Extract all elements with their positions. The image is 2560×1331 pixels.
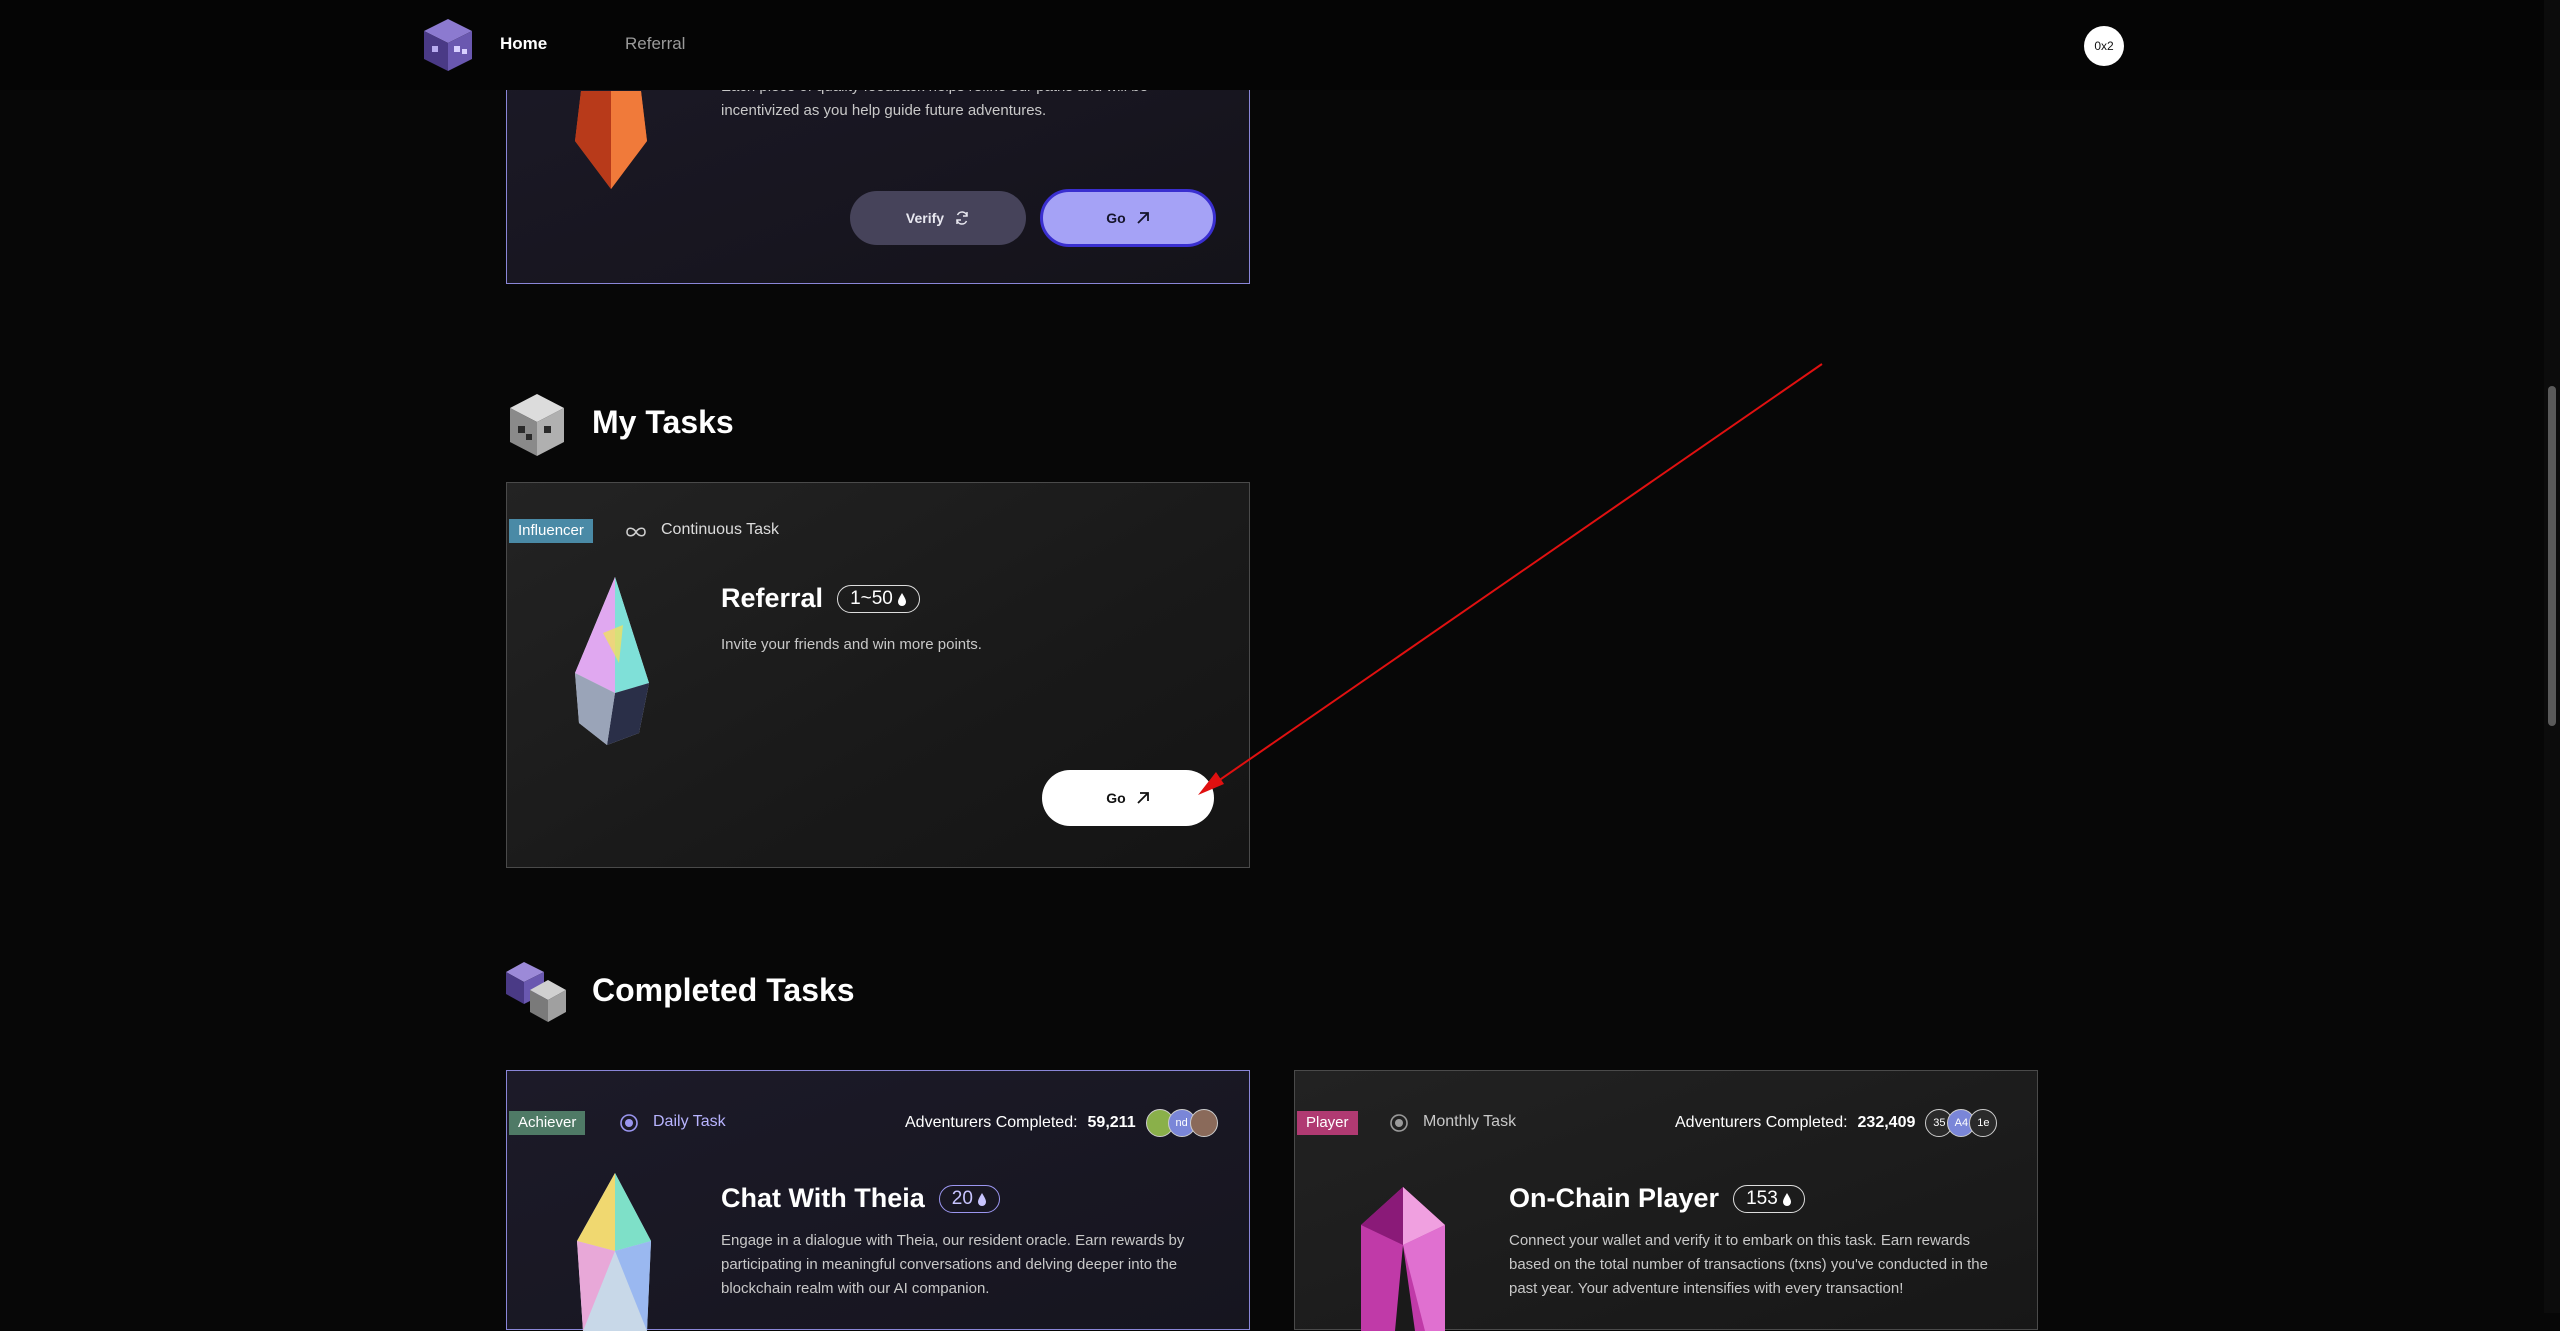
orange-crystal-icon [575, 91, 647, 189]
continuous-task-label: Continuous Task [661, 521, 779, 538]
completed-tasks-title: Completed Tasks [592, 972, 855, 1008]
task-card-on-chain-player: Player Monthly Task Adventurers Complete… [1294, 1070, 2038, 1331]
adventurers-label: Adventurers Completed: [905, 1114, 1078, 1131]
arrow-up-right-icon [1137, 792, 1149, 804]
avatar: 1e [1969, 1109, 1998, 1137]
task-desc-line: past year. Your adventure intensifies wi… [1509, 1280, 1904, 1297]
prism-crystal-icon [577, 1173, 651, 1331]
task-desc-line: based on the total number of transaction… [1509, 1256, 1988, 1273]
arrow-up-right-icon [1137, 212, 1149, 224]
adventurers-count: 232,409 [1857, 1114, 1916, 1131]
monthly-task-label: Monthly Task [1423, 1113, 1517, 1130]
magenta-crystal-icon [1361, 1187, 1445, 1331]
task-title: Chat With Theia [721, 1183, 925, 1213]
scrollbar-thumb[interactable] [2548, 386, 2556, 726]
points-badge: 1~50 [837, 584, 920, 613]
go-button-feedback[interactable]: Go [1040, 189, 1216, 247]
adventurers-count: 59,211 [1087, 1114, 1136, 1131]
avatar-stack: 35 A4 1e [1925, 1109, 1998, 1137]
points-value: 153 [1746, 1187, 1778, 1209]
completed-tasks-cube-icon [506, 962, 566, 1022]
task-desc-line: Connect your wallet and verify it to emb… [1509, 1232, 1971, 1249]
adventurers-completed: Adventurers Completed: 59,211 nd [905, 1109, 1218, 1137]
infinity-icon [626, 527, 646, 537]
daily-task-radio-icon [620, 1114, 638, 1132]
task-desc: Invite your friends and win more points. [721, 636, 982, 653]
task-title-row: Referral 1~50 [721, 583, 920, 614]
refresh-icon [956, 211, 968, 225]
points-badge: 153 [1733, 1184, 1805, 1213]
influencer-tag: Influencer [509, 519, 593, 543]
task-desc-line: incentivized as you help guide future ad… [721, 102, 1047, 119]
task-desc-line: participating in meaningful conversation… [721, 1256, 1178, 1273]
task-title: Referral [721, 583, 824, 613]
verify-label: Verify [905, 210, 945, 226]
logo-cube-icon[interactable] [420, 16, 476, 74]
task-title-row: On-Chain Player 153 [1509, 1183, 1805, 1214]
monthly-task-radio-icon [1390, 1114, 1408, 1132]
go-button-referral[interactable]: Go [1042, 770, 1214, 826]
verify-button[interactable]: Verify [850, 191, 1026, 245]
task-card-chat-with-theia: Achiever Daily Task Adventurers Complete… [506, 1070, 1250, 1331]
nav-referral-link[interactable]: Referral [625, 34, 685, 54]
go-label: Go [1106, 790, 1126, 806]
top-nav-bar: Home Referral 0x2 [0, 0, 2560, 90]
daily-task-label: Daily Task [653, 1113, 726, 1130]
drop-icon [977, 1192, 986, 1206]
drop-icon [897, 592, 906, 606]
annotation-arrow [1198, 363, 1823, 795]
player-tag: Player [1297, 1111, 1358, 1135]
my-tasks-title: My Tasks [592, 404, 734, 440]
vertical-scrollbar[interactable] [2544, 0, 2560, 1313]
wallet-avatar-button[interactable]: 0x2 [2084, 26, 2124, 66]
task-title: On-Chain Player [1509, 1183, 1720, 1213]
points-value: 20 [951, 1187, 973, 1209]
drop-icon [1782, 1192, 1791, 1206]
task-desc-line: Engage in a dialogue with Theia, our res… [721, 1232, 1185, 1249]
achiever-tag: Achiever [509, 1111, 586, 1135]
go-label: Go [1106, 210, 1126, 226]
task-desc-line: blockchain realm with our AI companion. [721, 1280, 990, 1297]
avatar-stack: nd [1145, 1109, 1218, 1137]
my-tasks-cube-icon [510, 394, 564, 456]
points-value: 1~50 [850, 587, 893, 609]
adventurers-completed: Adventurers Completed: 232,409 35 A4 1e [1675, 1109, 1998, 1137]
task-title-row: Chat With Theia 20 [721, 1183, 1000, 1214]
avatar [1189, 1109, 1218, 1137]
task-card-feedback: Each piece of quality feedback helps ref… [506, 60, 1250, 284]
points-badge: 20 [938, 1184, 1000, 1213]
nav-home-link[interactable]: Home [500, 34, 547, 54]
rainbow-crystal-icon [575, 577, 649, 745]
adventurers-label: Adventurers Completed: [1675, 1114, 1848, 1131]
